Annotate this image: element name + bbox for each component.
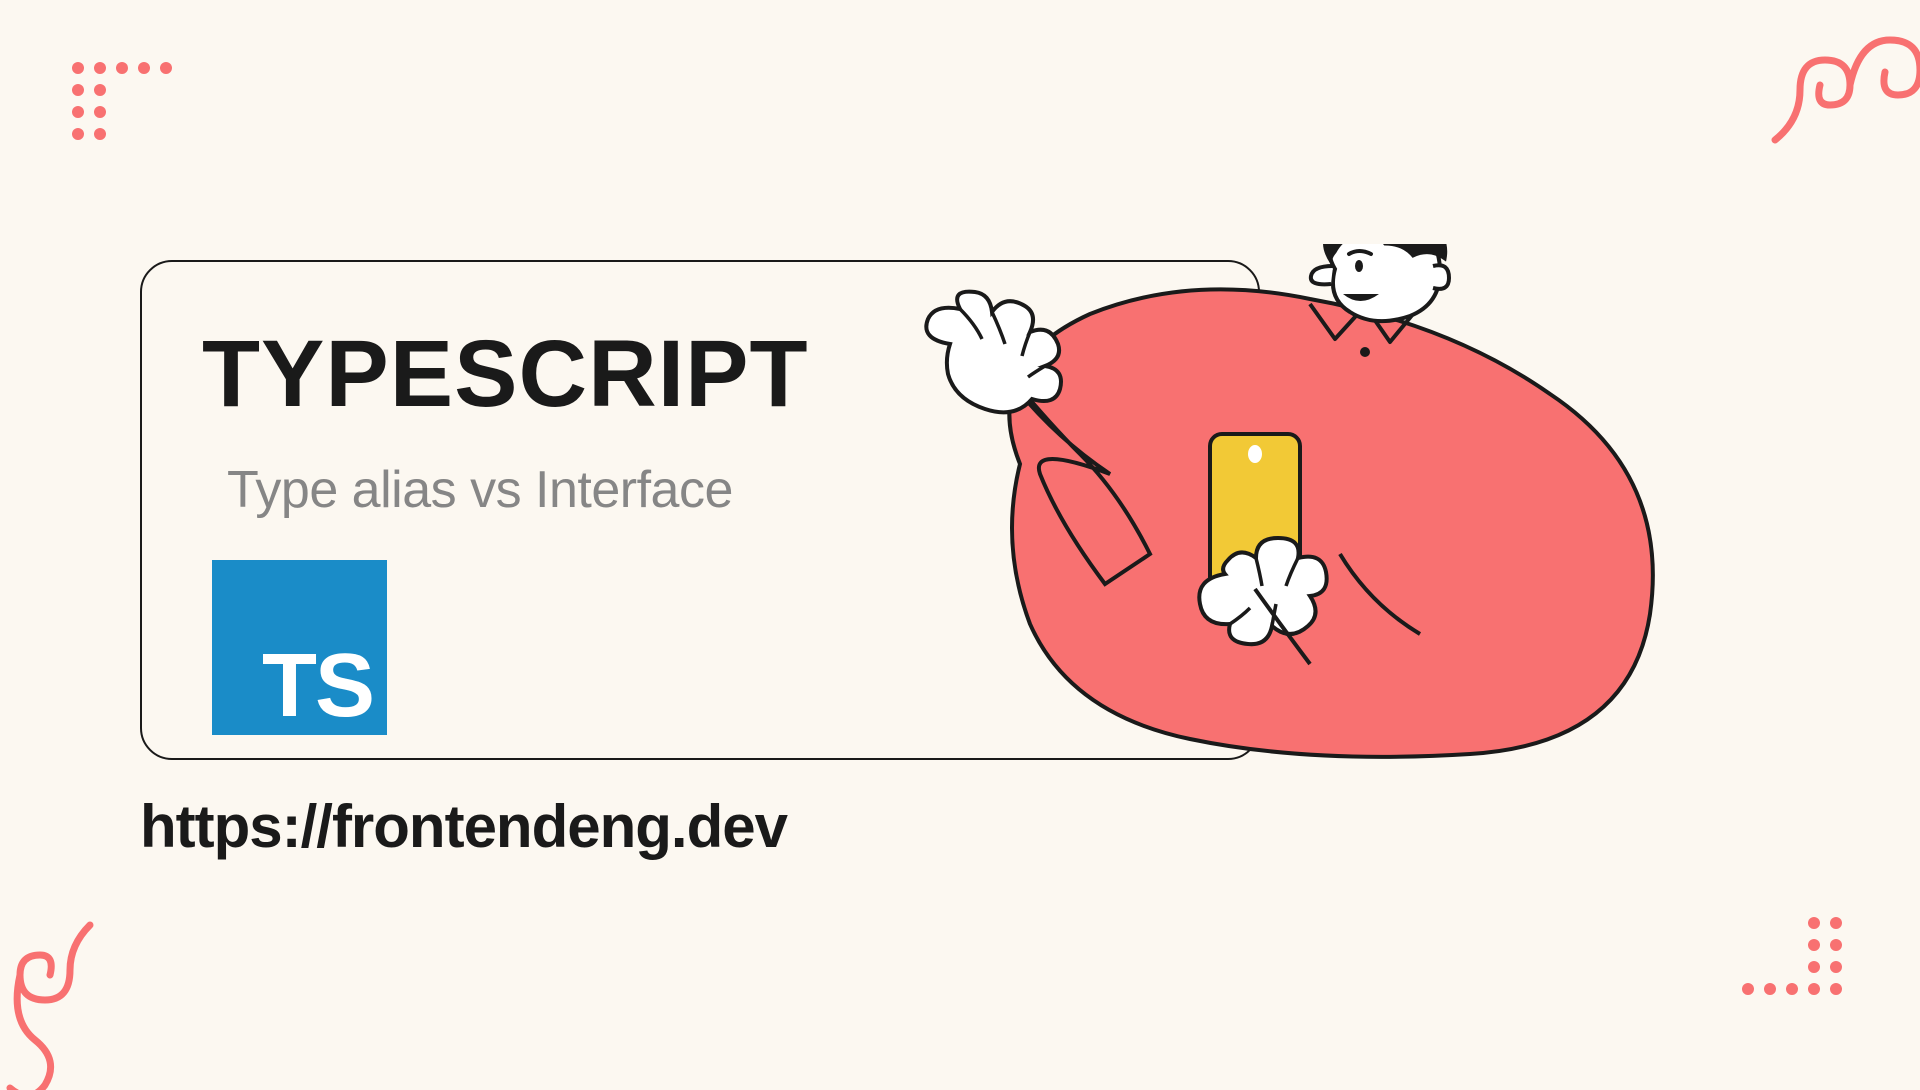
decorative-dots-top-left-icon	[70, 60, 175, 160]
site-url: https://frontendeng.dev	[140, 792, 787, 861]
person-holding-phone-illustration-icon	[910, 244, 1670, 784]
decorative-swirl-top-right-icon	[1750, 0, 1920, 150]
decorative-swirl-bottom-left-icon	[0, 910, 110, 1090]
decorative-dots-bottom-right-icon	[1740, 915, 1845, 1015]
typescript-logo-icon: TS	[212, 560, 387, 735]
typescript-logo-text: TS	[262, 641, 373, 731]
